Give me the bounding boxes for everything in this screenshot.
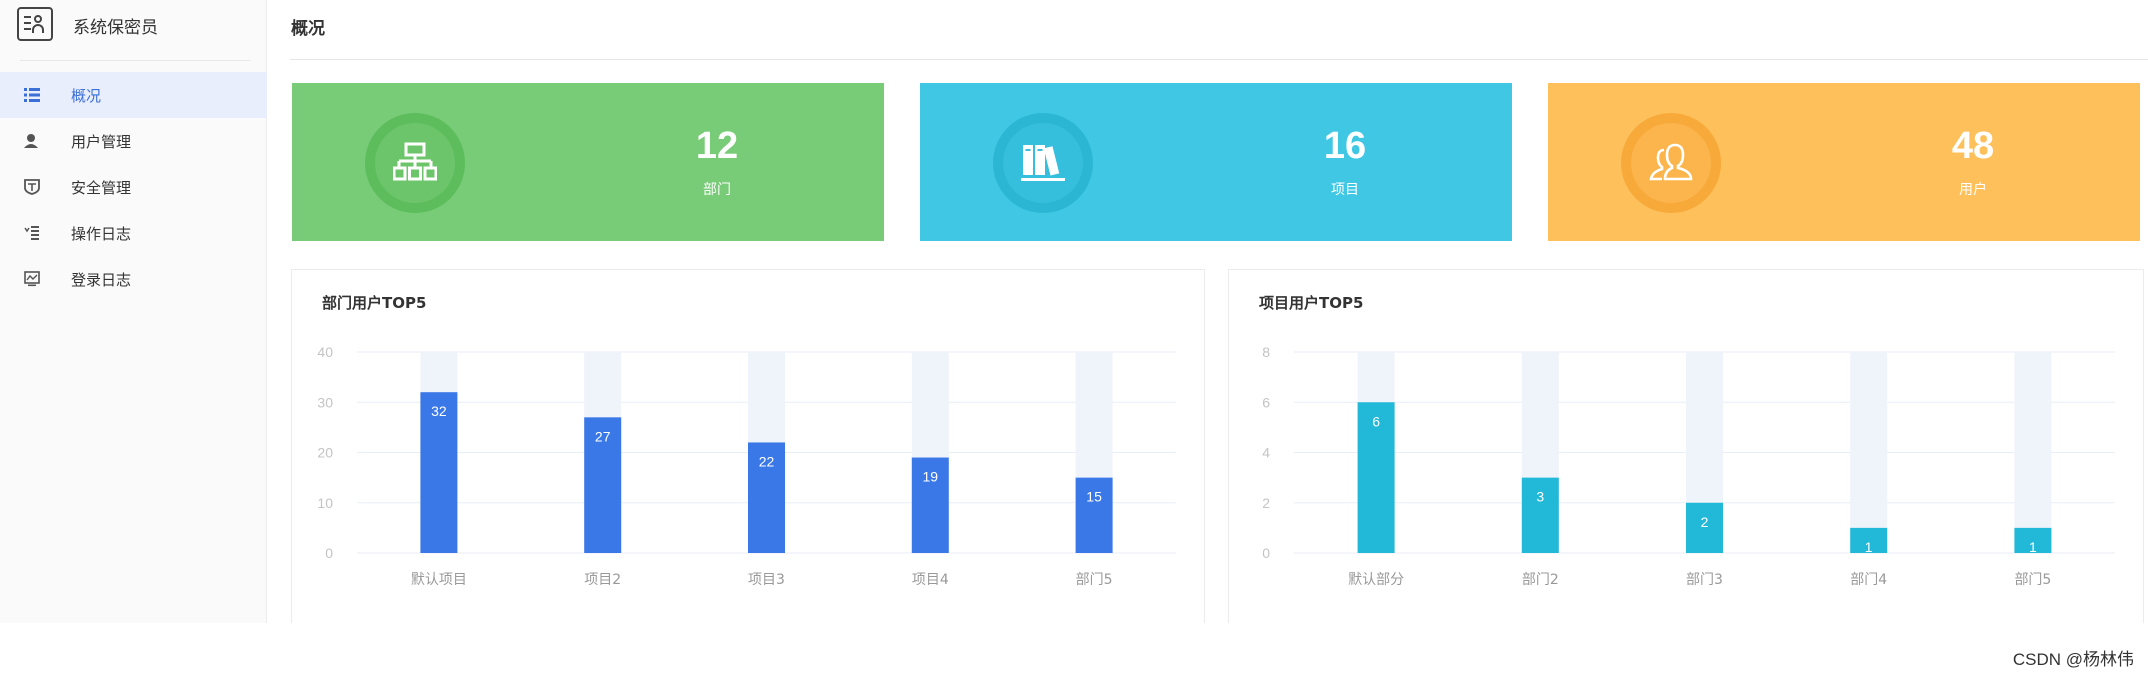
stat-label: 部门 bbox=[703, 182, 731, 198]
data-label: 22 bbox=[759, 453, 775, 469]
data-label: 6 bbox=[1372, 413, 1380, 429]
users-icon bbox=[1631, 123, 1711, 203]
stat-card-departments: 12 部门 bbox=[292, 83, 884, 241]
icon-ring bbox=[993, 113, 1093, 213]
y-tick-label: 20 bbox=[317, 445, 333, 461]
brand: 系统保密员 bbox=[0, 0, 267, 52]
y-tick-label: 8 bbox=[1262, 344, 1270, 360]
sidebar-item-label: 登录日志 bbox=[71, 271, 132, 289]
y-tick-label: 0 bbox=[1262, 545, 1270, 561]
sidebar-item-user-management[interactable]: 用户管理 bbox=[0, 118, 267, 164]
icon-ring bbox=[1621, 113, 1721, 213]
data-label: 1 bbox=[1865, 539, 1873, 555]
org-chart-icon bbox=[375, 123, 455, 203]
stat-card-users: 48 用户 bbox=[1548, 83, 2140, 241]
sidebar-item-label: 安全管理 bbox=[71, 179, 132, 197]
stat-value: 12 bbox=[695, 125, 739, 167]
stat-label: 用户 bbox=[1959, 182, 1987, 198]
page-title: 概况 bbox=[291, 19, 325, 39]
log-icon bbox=[24, 226, 39, 240]
data-label: 1 bbox=[2029, 539, 2037, 555]
y-tick-label: 2 bbox=[1262, 495, 1270, 511]
data-label: 27 bbox=[595, 428, 611, 444]
x-tick-label: 默认部分 bbox=[1348, 572, 1404, 588]
stat-card-projects: 16 项目 bbox=[920, 83, 1512, 241]
y-tick-label: 10 bbox=[317, 495, 333, 511]
sidebar: 系统保密员 概况 用户管理 安全管理 操作日志 登录日志 bbox=[0, 0, 267, 623]
app-title: 系统保密员 bbox=[73, 18, 158, 38]
chart-title: 部门用户TOP5 bbox=[322, 294, 427, 312]
x-tick-label: 部门3 bbox=[1686, 572, 1723, 588]
x-tick-label: 部门4 bbox=[1850, 572, 1887, 588]
sidebar-item-security-management[interactable]: 安全管理 bbox=[0, 164, 267, 210]
sidebar-nav: 概况 用户管理 安全管理 操作日志 登录日志 bbox=[0, 72, 267, 302]
bar-chart: 0 2 4 6 8 6 默认部分 3 部门2 2 部门3 1 部门4 1 部门5 bbox=[1262, 344, 2115, 588]
chart-panel-project-top5: 0 2 4 6 8 6 默认部分 3 部门2 2 部门3 1 部门4 1 部门5 项目用户TOP5 bbox=[1228, 269, 2144, 623]
chart-panel-department-top5: 0 10 20 30 40 32 默认项目 27 项目2 22 项目3 19 项目4 15 部门5 部门用户… bbox=[291, 269, 1205, 623]
sidebar-item-overview[interactable]: 概况 bbox=[0, 72, 267, 118]
list-icon bbox=[24, 88, 40, 102]
x-tick-label: 项目2 bbox=[584, 572, 621, 588]
sidebar-item-login-log[interactable]: 登录日志 bbox=[0, 256, 267, 302]
data-label: 15 bbox=[1086, 489, 1102, 505]
chart-title: 项目用户TOP5 bbox=[1259, 294, 1364, 312]
sidebar-item-label: 操作日志 bbox=[71, 225, 132, 243]
y-tick-label: 6 bbox=[1262, 394, 1270, 410]
data-label: 32 bbox=[431, 403, 447, 419]
y-tick-label: 30 bbox=[317, 394, 333, 410]
x-tick-label: 部门2 bbox=[1522, 572, 1559, 588]
id-card-icon bbox=[17, 7, 53, 41]
shield-icon bbox=[24, 179, 40, 195]
stat-value: 16 bbox=[1323, 125, 1367, 167]
monitor-icon bbox=[24, 271, 40, 287]
bar-background bbox=[1850, 352, 1888, 553]
sidebar-item-operation-log[interactable]: 操作日志 bbox=[0, 210, 267, 256]
x-tick-label: 项目3 bbox=[748, 572, 785, 588]
y-tick-label: 0 bbox=[325, 545, 333, 561]
data-label: 2 bbox=[1701, 514, 1709, 530]
x-tick-label: 项目4 bbox=[912, 572, 949, 588]
bar-background bbox=[2014, 352, 2052, 553]
y-tick-label: 40 bbox=[317, 344, 333, 360]
bar-chart: 0 10 20 30 40 32 默认项目 27 项目2 22 项目3 19 项目4 15 部门5 bbox=[317, 344, 1176, 588]
x-tick-label: 部门5 bbox=[2014, 572, 2051, 588]
sidebar-item-label: 概况 bbox=[71, 87, 102, 105]
books-icon bbox=[1003, 123, 1083, 203]
divider bbox=[20, 60, 250, 61]
stat-label: 项目 bbox=[1331, 182, 1359, 198]
y-tick-label: 4 bbox=[1262, 445, 1270, 461]
data-label: 3 bbox=[1536, 489, 1544, 505]
divider bbox=[290, 59, 2148, 60]
stat-value: 48 bbox=[1951, 125, 1995, 167]
x-tick-label: 默认项目 bbox=[411, 572, 467, 588]
icon-ring bbox=[365, 113, 465, 213]
data-label: 19 bbox=[923, 469, 939, 485]
x-tick-label: 部门5 bbox=[1076, 572, 1113, 588]
user-icon bbox=[24, 134, 38, 148]
watermark: CSDN @杨林伟 bbox=[2012, 650, 2134, 669]
sidebar-item-label: 用户管理 bbox=[71, 133, 132, 151]
